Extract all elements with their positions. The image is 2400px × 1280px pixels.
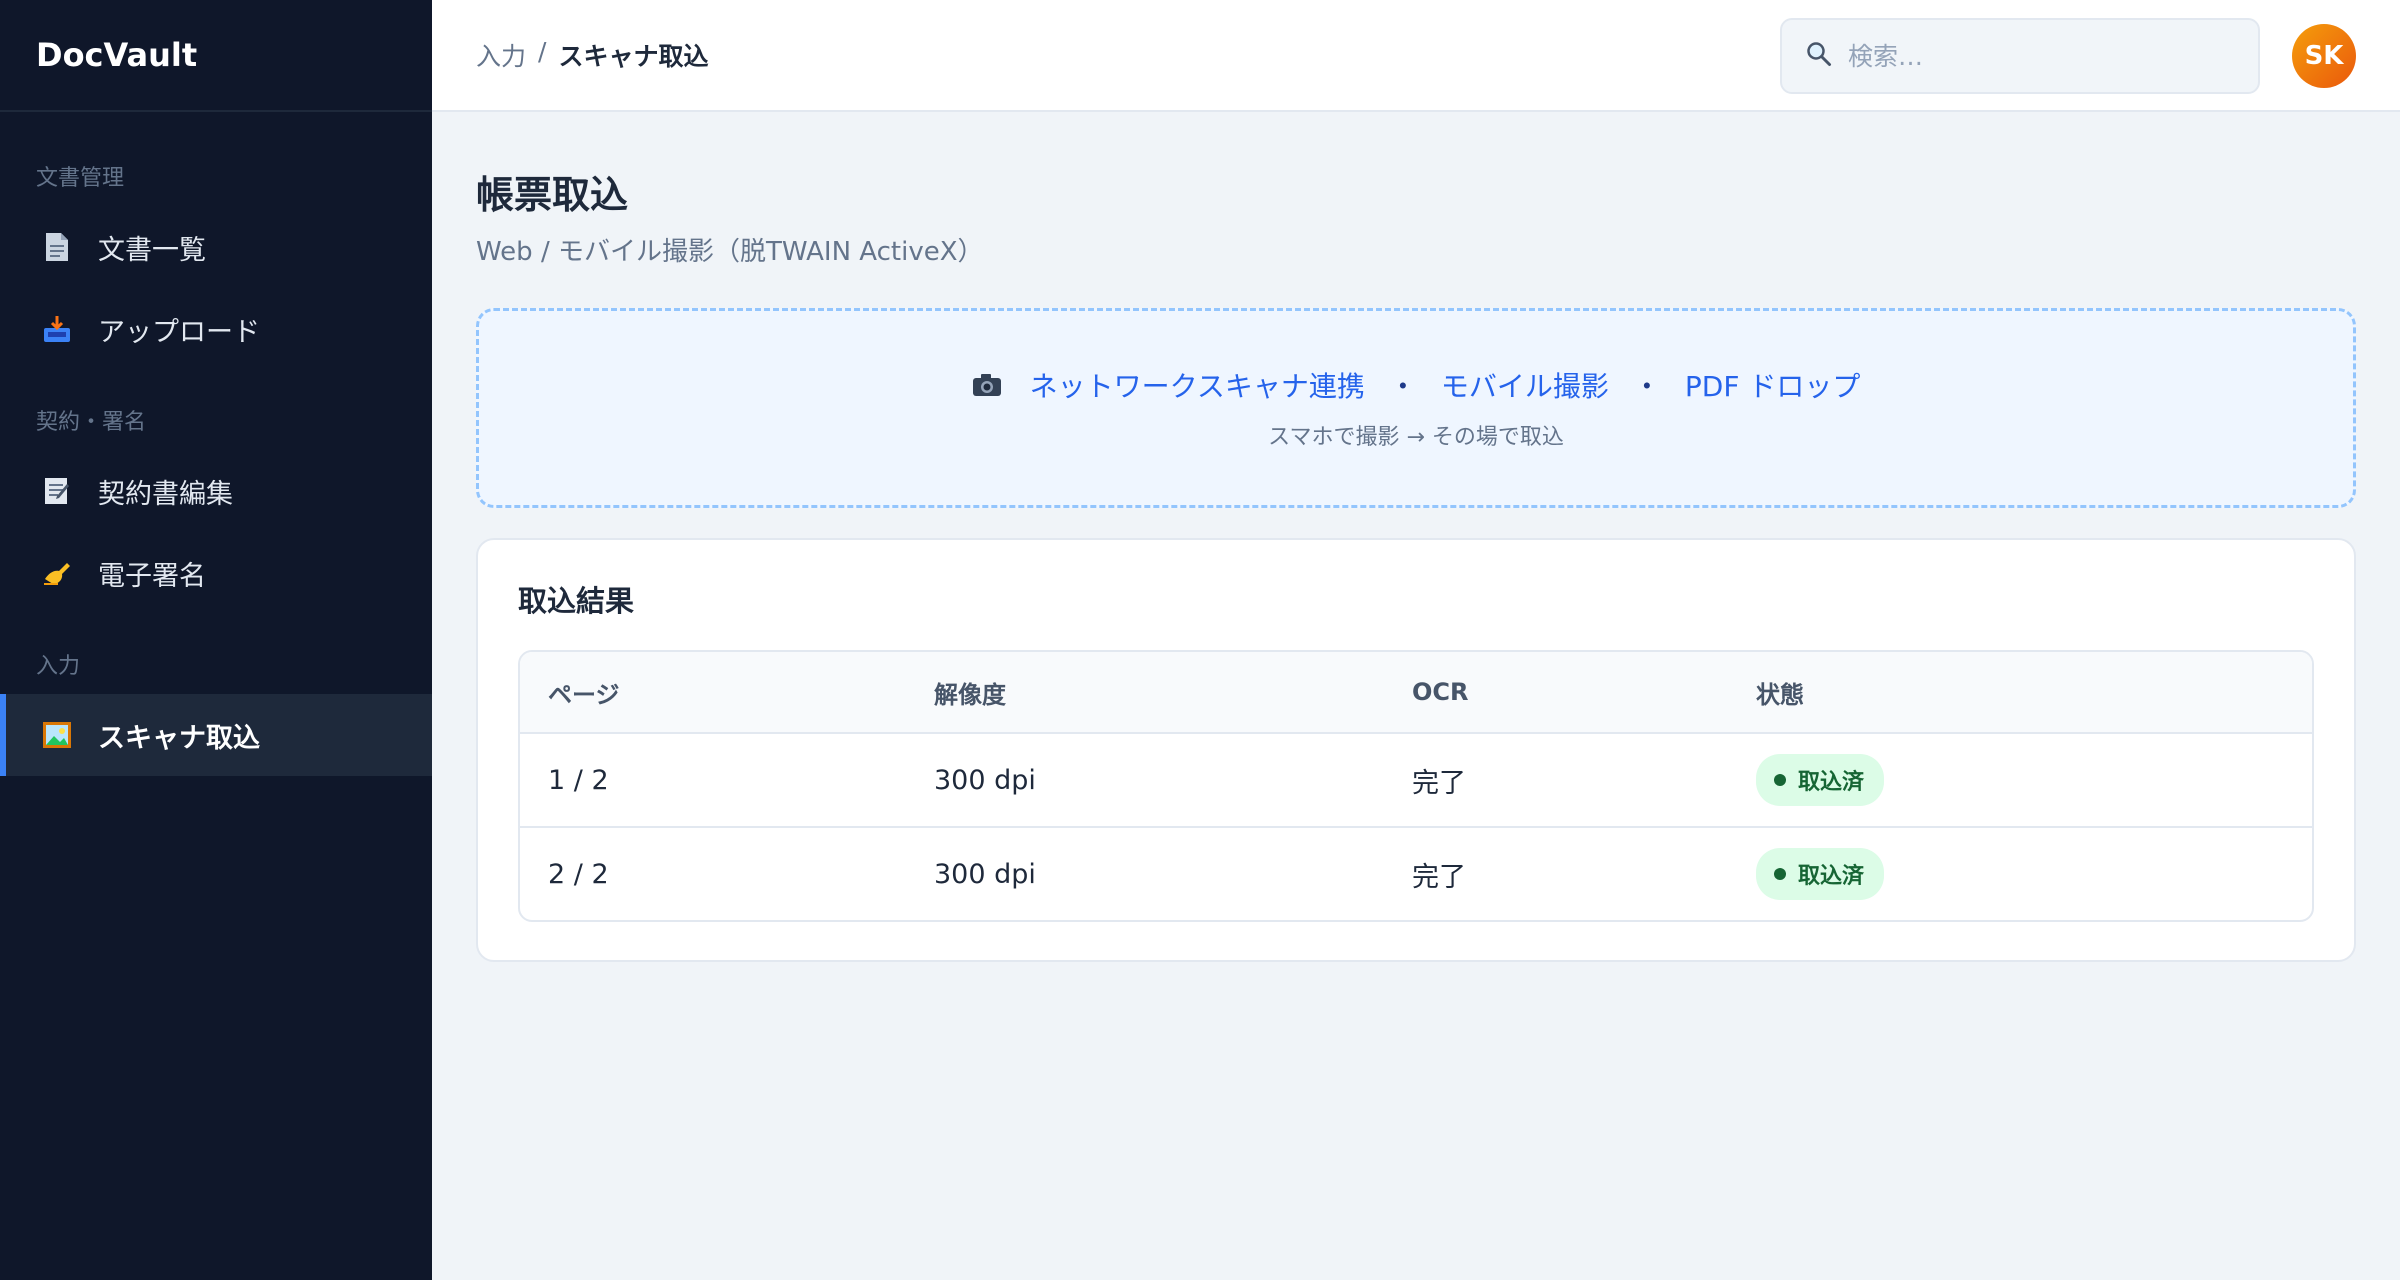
table-row[interactable]: 1 / 2 300 dpi 完了 取込済 — [520, 732, 2312, 826]
cell-status: 取込済 — [1756, 754, 2312, 806]
pdf-drop-option[interactable]: PDF ドロップ — [1685, 365, 1860, 405]
table-header: ページ 解像度 OCR 状態 — [520, 652, 2312, 732]
status-badge: 取込済 — [1756, 848, 1885, 900]
app-logo[interactable]: DocVault — [0, 0, 432, 112]
cell-status: 取込済 — [1756, 848, 2312, 900]
sidebar-item-scanner-import[interactable]: スキャナ取込 — [0, 694, 432, 776]
search-input[interactable] — [1848, 41, 2248, 71]
sidebar-item-label: スキャナ取込 — [98, 722, 260, 754]
nav-section-contract-signature: 契約・署名 — [36, 410, 147, 435]
status-dot-icon — [1774, 774, 1786, 786]
main-content: 帳票取込 Web / モバイル撮影（脱TWAIN ActiveX） ネットワーク… — [476, 112, 2356, 962]
results-table: ページ 解像度 OCR 状態 1 / 2 300 dpi 完了 取込済 2 / … — [518, 650, 2314, 922]
search-box[interactable] — [1780, 18, 2260, 94]
column-header-page: ページ — [548, 680, 620, 709]
results-title: 取込結果 — [518, 584, 635, 618]
top-bar: 入力 / スキャナ取込 SK — [432, 0, 2400, 112]
sidebar-item-e-signature[interactable]: 電子署名 — [0, 532, 432, 614]
cell-ocr: 完了 — [1412, 861, 1466, 893]
page-subtitle: Web / モバイル撮影（脱TWAIN ActiveX） — [476, 237, 984, 267]
cell-resolution: 300 dpi — [934, 858, 1036, 890]
sidebar-item-upload[interactable]: アップロード — [0, 288, 432, 370]
column-header-resolution: 解像度 — [934, 680, 1006, 709]
option-separator: ・ — [1632, 370, 1661, 403]
cell-page: 1 / 2 — [548, 764, 609, 796]
sidebar-item-label: アップロード — [98, 316, 260, 348]
memo-icon — [40, 474, 74, 508]
cell-resolution: 300 dpi — [934, 764, 1036, 796]
status-text: 取込済 — [1798, 864, 1865, 889]
breadcrumb: 入力 / スキャナ取込 — [476, 37, 708, 73]
camera-icon — [972, 373, 1002, 397]
breadcrumb-current: スキャナ取込 — [558, 42, 709, 71]
sidebar-item-label: 文書一覧 — [98, 234, 206, 266]
sidebar-item-label: 契約書編集 — [98, 478, 233, 510]
mobile-capture-option[interactable]: モバイル撮影 — [1441, 365, 1609, 405]
cell-page: 2 / 2 — [548, 858, 609, 890]
column-header-status: 状態 — [1756, 680, 1804, 709]
import-dropzone[interactable]: ネットワークスキャナ連携 ・ モバイル撮影 ・ PDF ドロップ スマホで撮影 … — [476, 308, 2356, 508]
breadcrumb-parent[interactable]: 入力 — [476, 37, 526, 73]
page-title: 帳票取込 — [476, 173, 629, 217]
picture-icon — [40, 718, 74, 752]
writing-hand-icon — [40, 556, 74, 590]
dropzone-options: ネットワークスキャナ連携 ・ モバイル撮影 ・ PDF ドロップ — [972, 365, 1860, 405]
nav-section-input: 入力 — [36, 654, 81, 679]
network-scanner-option[interactable]: ネットワークスキャナ連携 — [1030, 365, 1365, 405]
option-separator: ・ — [1388, 370, 1417, 403]
cell-ocr: 完了 — [1412, 767, 1466, 799]
avatar[interactable]: SK — [2292, 24, 2356, 88]
results-card: 取込結果 ページ 解像度 OCR 状態 1 / 2 300 dpi 完了 取込済 — [476, 538, 2356, 962]
dropzone-hint: スマホで撮影 → その場で取込 — [1268, 425, 1564, 450]
inbox-tray-icon — [40, 312, 74, 346]
status-badge: 取込済 — [1756, 754, 1885, 806]
nav-section-document-management: 文書管理 — [36, 166, 125, 191]
sidebar: DocVault 文書管理 文書一覧 アップロード 契約・署名 契約書編集 電子… — [0, 0, 432, 1280]
column-header-ocr: OCR — [1412, 678, 1469, 706]
document-icon — [40, 230, 74, 264]
sidebar-item-document-list[interactable]: 文書一覧 — [0, 206, 432, 288]
sidebar-item-label: 電子署名 — [98, 560, 206, 592]
status-dot-icon — [1774, 868, 1786, 880]
sidebar-item-contract-edit[interactable]: 契約書編集 — [0, 450, 432, 532]
table-row[interactable]: 2 / 2 300 dpi 完了 取込済 — [520, 826, 2312, 920]
status-text: 取込済 — [1798, 770, 1865, 795]
search-icon — [1806, 41, 1832, 71]
breadcrumb-separator: / — [538, 37, 547, 66]
